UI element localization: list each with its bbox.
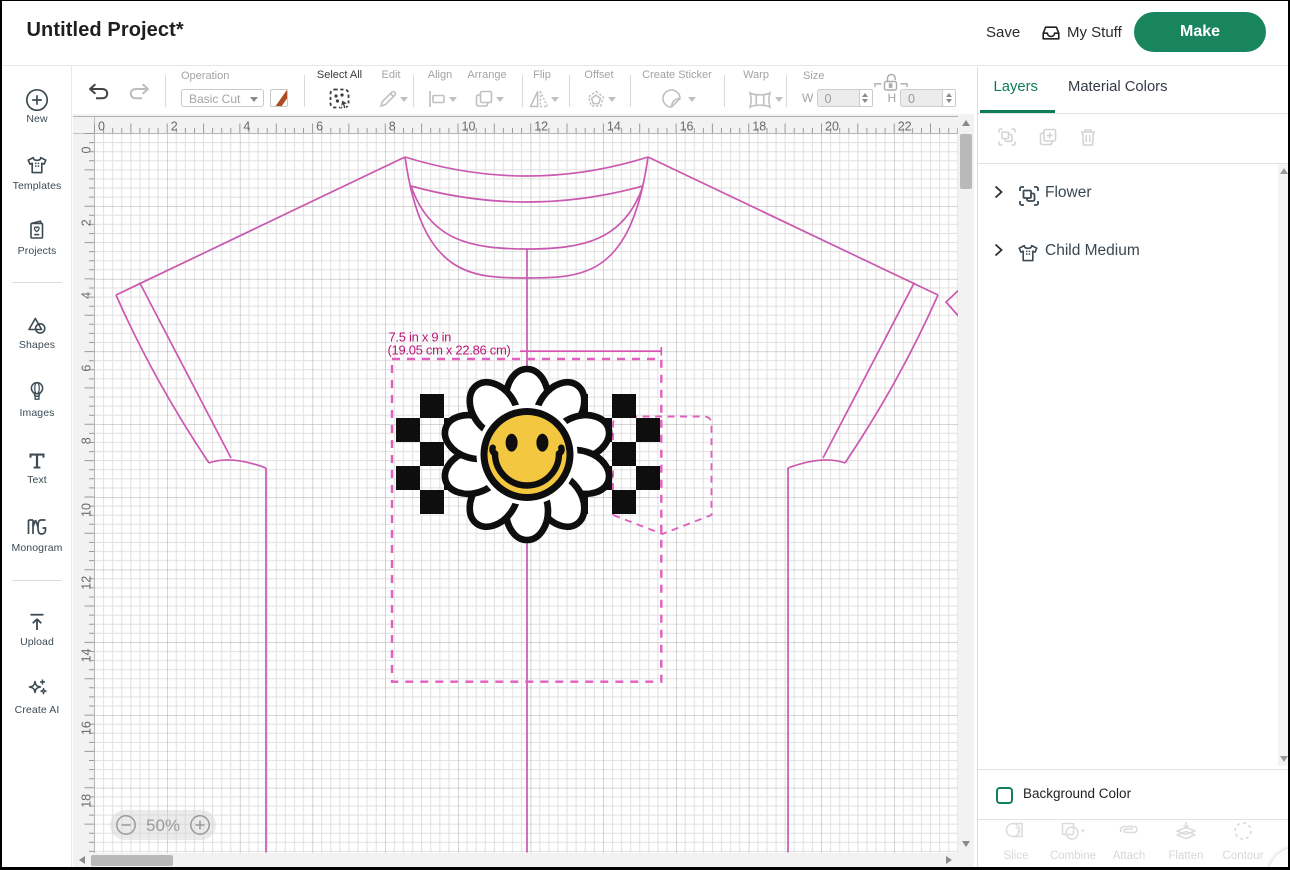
svg-text:(19.05 cm x 22.86 cm): (19.05 cm x 22.86 cm) bbox=[388, 343, 511, 358]
svg-text:50%: 50% bbox=[146, 816, 180, 835]
